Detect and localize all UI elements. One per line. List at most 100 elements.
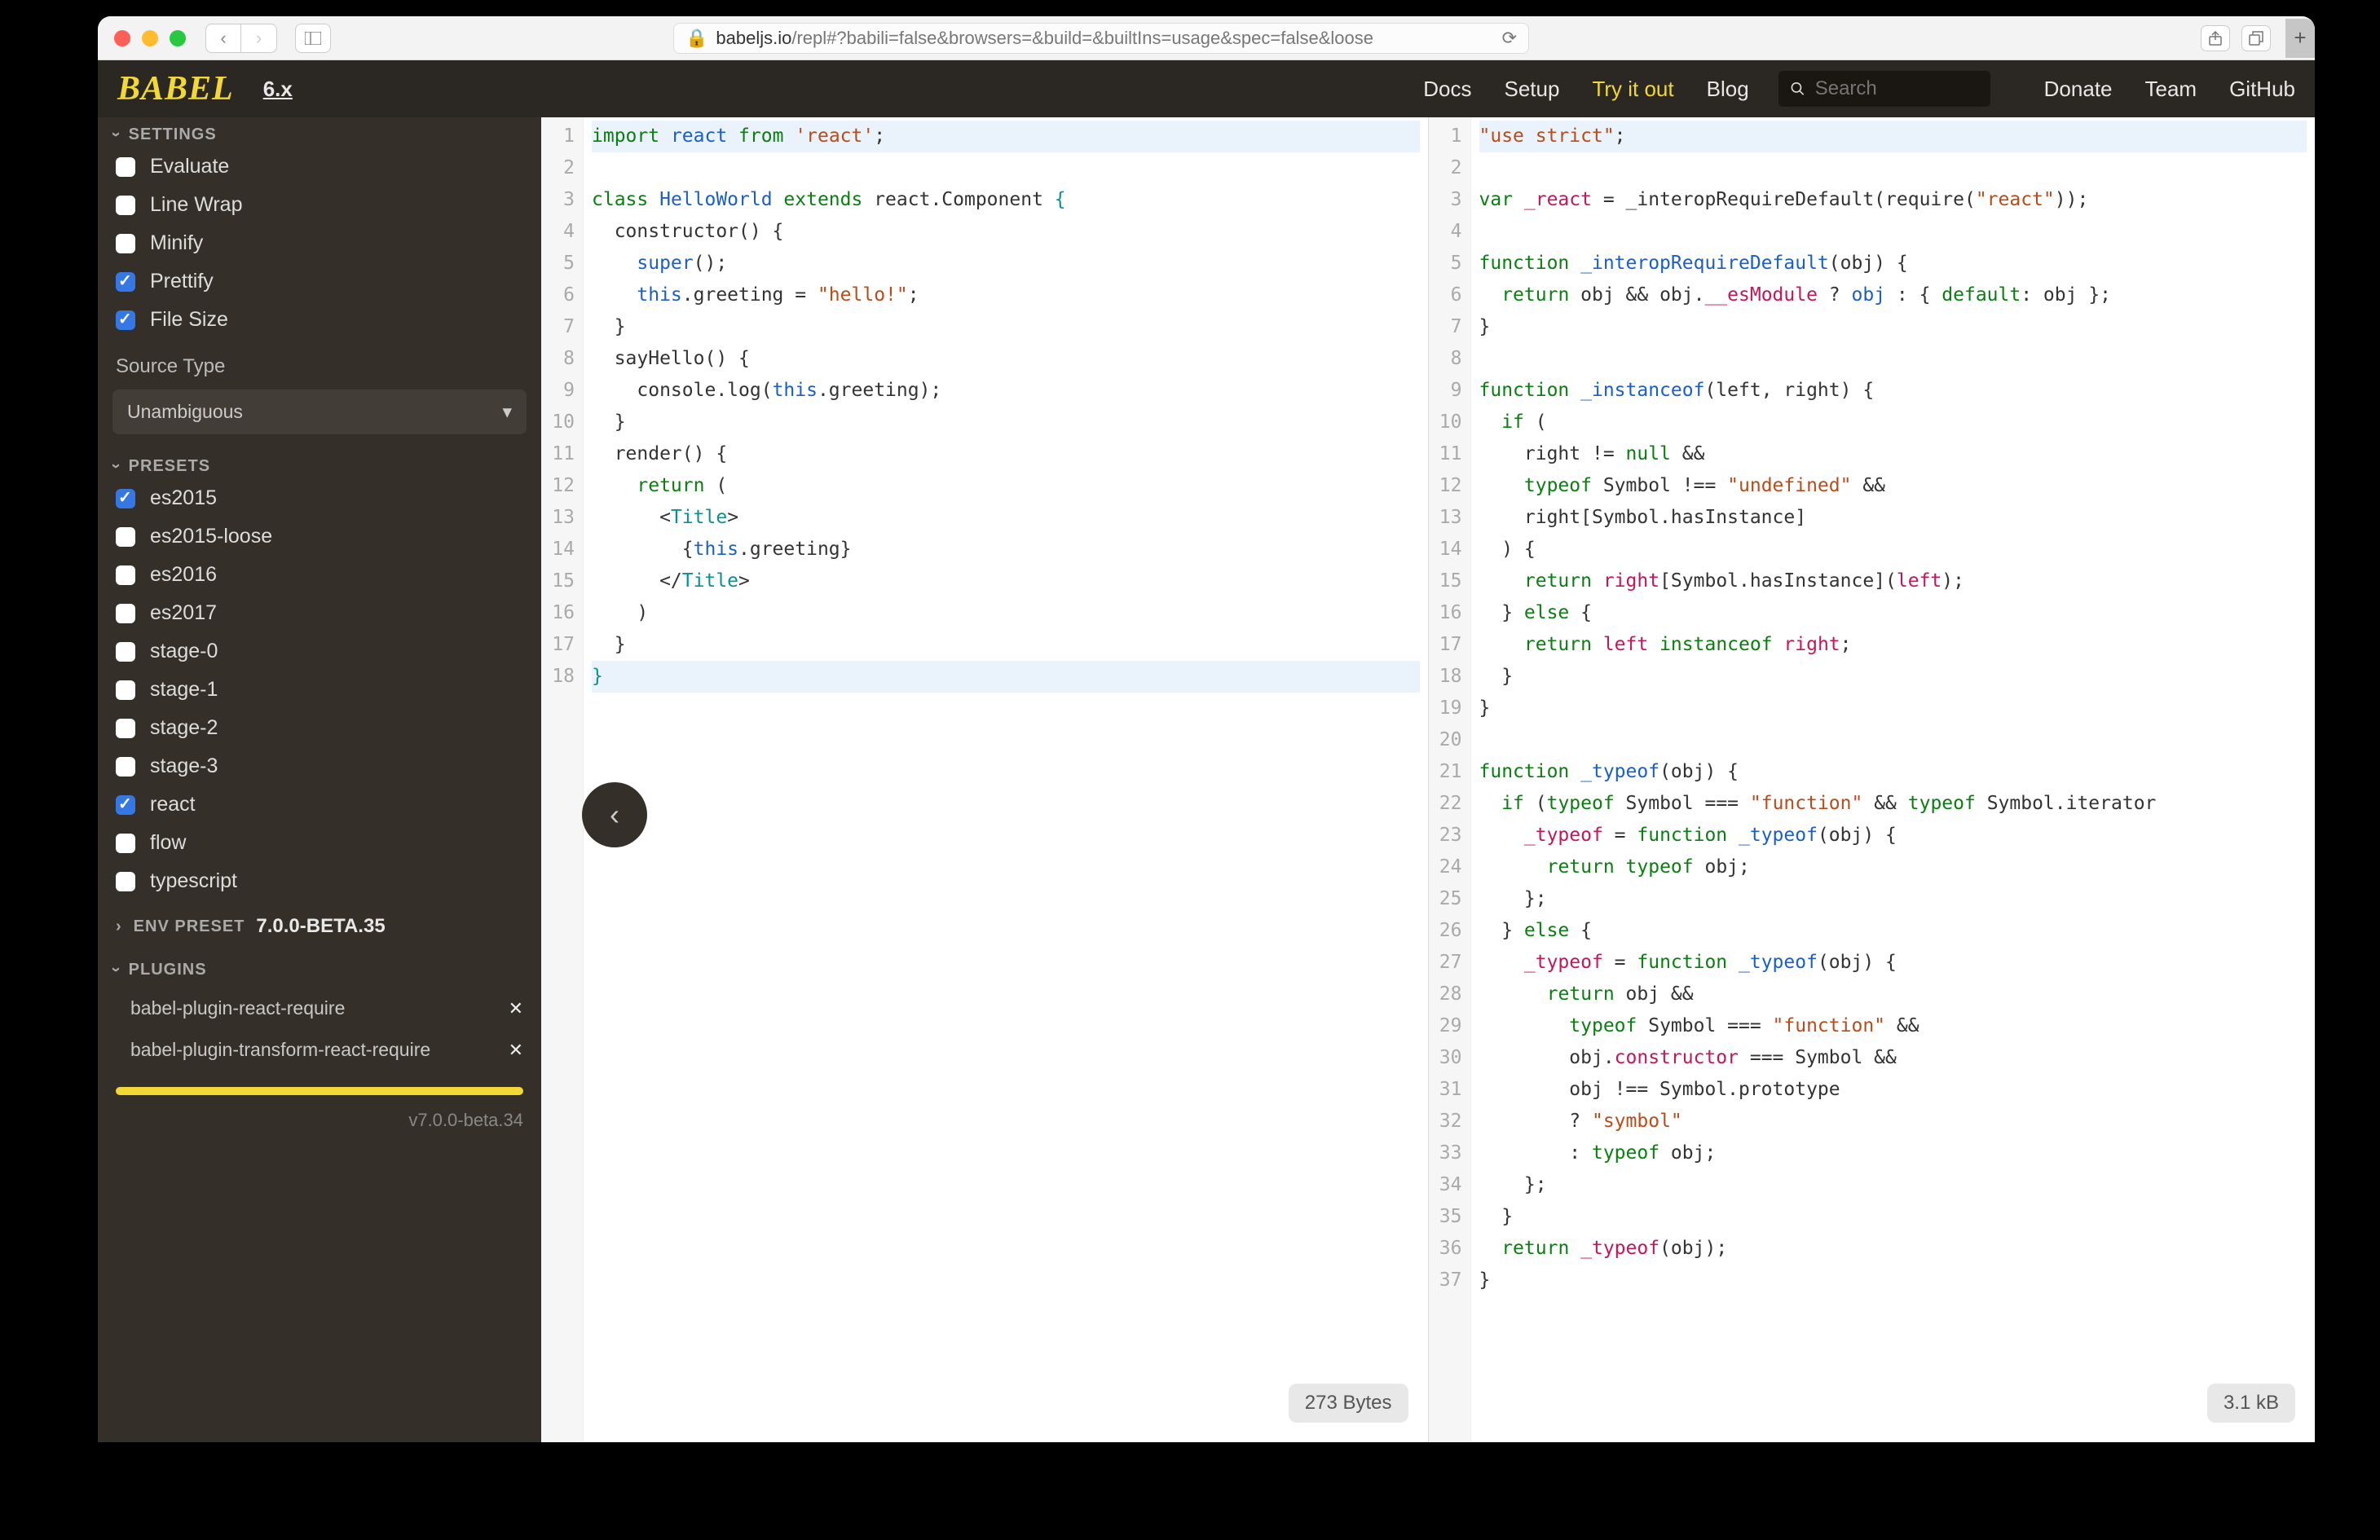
preset-stage-2[interactable]: stage-2	[98, 709, 541, 747]
lock-icon: 🔒	[685, 28, 707, 49]
line-gutter: 1234567891011121314151617181920212223242…	[1429, 117, 1471, 1442]
output-editor: 1234567891011121314151617181920212223242…	[1428, 117, 2316, 1442]
presets-title: PRESETS	[129, 457, 210, 476]
address-bar[interactable]: 🔒 babeljs.io /repl#?babili=false&browser…	[673, 23, 1529, 54]
preset-stage-0[interactable]: stage-0	[98, 632, 541, 671]
plugin-label: babel-plugin-react-require	[130, 997, 345, 1019]
option-label: Evaluate	[150, 155, 229, 178]
back-button[interactable]: ‹	[205, 24, 241, 53]
setting-file-size[interactable]: File Size	[98, 301, 541, 339]
main-body: › SETTINGS Evaluate Line Wrap Minify Pretti…	[98, 117, 2315, 1442]
option-label: es2017	[150, 601, 217, 625]
option-label: stage-2	[150, 716, 218, 740]
url-path: /repl#?babili=false&browsers=&build=&bui…	[791, 28, 1373, 49]
preset-flow[interactable]: flow	[98, 824, 541, 862]
presets-header[interactable]: › PRESETS	[98, 449, 541, 479]
option-label: es2015-loose	[150, 525, 272, 548]
close-window-icon[interactable]	[114, 30, 130, 46]
setting-prettify[interactable]: Prettify	[98, 262, 541, 301]
search-input[interactable]	[1815, 77, 1979, 100]
preset-es2016[interactable]: es2016	[98, 556, 541, 594]
preset-es2017[interactable]: es2017	[98, 594, 541, 632]
checkbox[interactable]	[116, 234, 135, 253]
reload-icon[interactable]: ⟳	[1502, 28, 1517, 49]
editors: 123456789101112131415161718 import react…	[541, 117, 2315, 1442]
checkbox[interactable]	[116, 834, 135, 853]
nav-link-donate[interactable]: Donate	[2044, 77, 2113, 102]
preset-typescript[interactable]: typescript	[98, 862, 541, 900]
nav-link-try-it-out[interactable]: Try it out	[1592, 77, 1673, 102]
checkbox[interactable]	[116, 527, 135, 547]
option-label: stage-1	[150, 678, 218, 702]
checkbox[interactable]	[116, 872, 135, 891]
checkbox[interactable]	[116, 795, 135, 815]
minimize-window-icon[interactable]	[142, 30, 158, 46]
checkbox[interactable]	[116, 719, 135, 738]
checkbox[interactable]	[116, 489, 135, 508]
nav-link-docs[interactable]: Docs	[1423, 77, 1471, 102]
chevron-down-icon: ›	[106, 464, 125, 470]
settings-title: SETTINGS	[129, 125, 217, 144]
checkbox[interactable]	[116, 565, 135, 585]
checkbox[interactable]	[116, 604, 135, 623]
site-nav: BABEL 6.x Docs Setup Try it out Blog Donate…	[98, 60, 2315, 117]
remove-plugin-icon[interactable]: ✕	[509, 1040, 523, 1061]
nav-link-team[interactable]: Team	[2145, 77, 2197, 102]
plugin-label: babel-plugin-transform-react-require	[130, 1039, 430, 1061]
nav-link-github[interactable]: GitHub	[2229, 77, 2295, 102]
checkbox[interactable]	[116, 642, 135, 662]
setting-line-wrap[interactable]: Line Wrap	[98, 186, 541, 224]
plugins-header[interactable]: › PLUGINS	[98, 953, 541, 983]
option-label: Minify	[150, 231, 203, 255]
settings-header[interactable]: › SETTINGS	[98, 117, 541, 147]
option-label: Line Wrap	[150, 193, 243, 217]
remove-plugin-icon[interactable]: ✕	[509, 998, 523, 1019]
output-code: "use strict"; var _react = _interopRequi…	[1471, 117, 2316, 1442]
maximize-window-icon[interactable]	[170, 30, 186, 46]
sidebar: › SETTINGS Evaluate Line Wrap Minify Pretti…	[98, 117, 541, 1442]
preset-react[interactable]: react	[98, 785, 541, 824]
env-preset-header[interactable]: › ENV PRESET 7.0.0-BETA.35	[98, 900, 541, 953]
collapse-sidebar-button[interactable]: ‹	[582, 782, 647, 847]
env-preset-title: ENV PRESET	[134, 917, 245, 936]
share-icon[interactable]	[2201, 25, 2230, 51]
preset-es2015[interactable]: es2015	[98, 479, 541, 517]
nav-buttons: ‹ ›	[205, 24, 277, 53]
chevron-down-icon: ▾	[502, 401, 512, 423]
preset-es2015-loose[interactable]: es2015-loose	[98, 517, 541, 556]
source-type-select[interactable]: Unambiguous ▾	[112, 389, 527, 434]
input-code[interactable]: import react from 'react'; class HelloWo…	[584, 117, 1428, 1442]
chevron-down-icon: ›	[106, 132, 125, 139]
plugin-search-bar[interactable]	[116, 1087, 523, 1095]
option-label: stage-3	[150, 755, 218, 778]
tabs-icon[interactable]	[2241, 25, 2271, 51]
input-editor[interactable]: 123456789101112131415161718 import react…	[541, 117, 1428, 1442]
option-label: Prettify	[150, 270, 214, 293]
option-label: es2016	[150, 563, 217, 587]
search-box[interactable]	[1778, 71, 1990, 107]
checkbox[interactable]	[116, 157, 135, 177]
nav-link-setup[interactable]: Setup	[1504, 77, 1559, 102]
checkbox[interactable]	[116, 310, 135, 330]
line-gutter: 123456789101112131415161718	[541, 117, 584, 1442]
checkbox[interactable]	[116, 272, 135, 292]
input-size-badge: 273 Bytes	[1289, 1384, 1408, 1423]
logo[interactable]: BABEL	[117, 69, 234, 108]
plugin-item: babel-plugin-transform-react-require ✕	[98, 1029, 541, 1071]
source-type-value: Unambiguous	[127, 401, 243, 423]
checkbox[interactable]	[116, 196, 135, 215]
setting-evaluate[interactable]: Evaluate	[98, 147, 541, 186]
plugin-item: babel-plugin-react-require ✕	[98, 988, 541, 1029]
sidebar-toggle-icon[interactable]	[295, 24, 331, 53]
setting-minify[interactable]: Minify	[98, 224, 541, 262]
version-link[interactable]: 6.x	[263, 77, 293, 102]
preset-stage-1[interactable]: stage-1	[98, 671, 541, 709]
forward-button[interactable]: ›	[241, 24, 277, 53]
preset-stage-3[interactable]: stage-3	[98, 747, 541, 785]
checkbox[interactable]	[116, 757, 135, 777]
option-label: es2015	[150, 486, 217, 510]
new-tab-button[interactable]: +	[2285, 19, 2315, 58]
output-size-badge: 3.1 kB	[2207, 1384, 2295, 1423]
nav-link-blog[interactable]: Blog	[1707, 77, 1749, 102]
checkbox[interactable]	[116, 680, 135, 700]
